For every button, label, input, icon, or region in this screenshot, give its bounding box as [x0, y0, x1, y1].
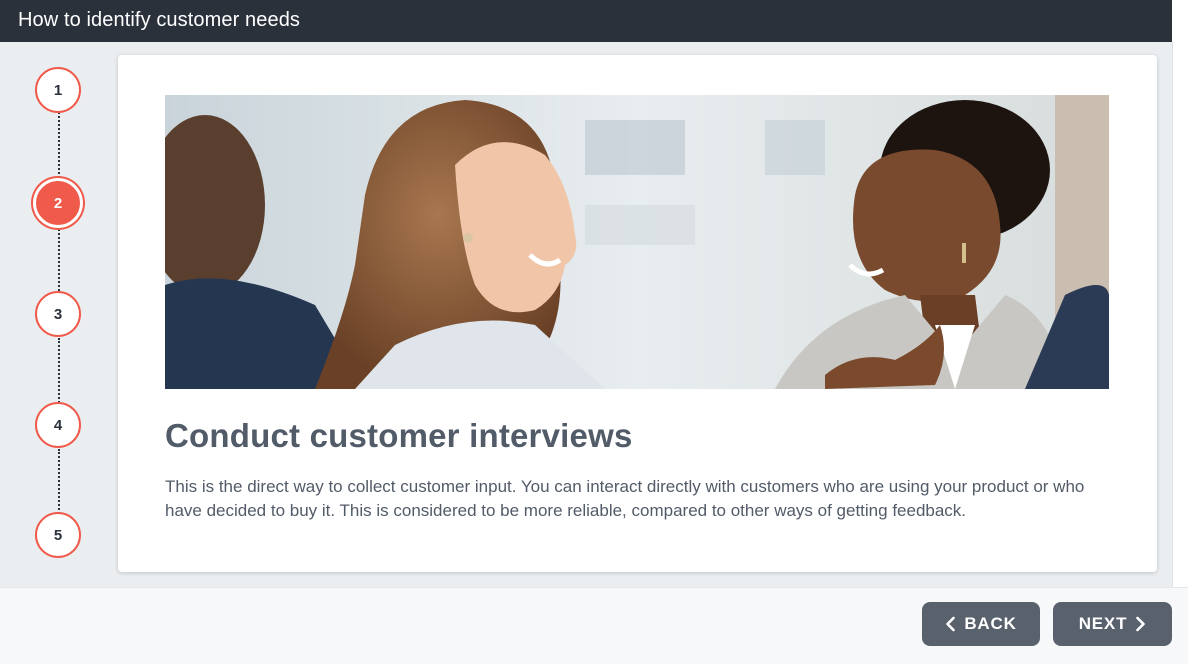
step-4-button[interactable]: 4	[35, 402, 81, 448]
chevron-right-icon	[1135, 616, 1146, 632]
title-bar: How to identify customer needs	[0, 0, 1172, 42]
lesson-body: This is the direct way to collect custom…	[165, 477, 1085, 520]
step-2-button[interactable]: 2	[36, 181, 80, 225]
page-title: How to identify customer needs	[18, 9, 301, 31]
step-1-button[interactable]: 1	[35, 67, 81, 113]
back-label: BACK	[964, 614, 1017, 633]
next-label: NEXT	[1078, 614, 1128, 633]
next-button[interactable]: NEXT	[1053, 602, 1172, 646]
step-3-button[interactable]: 3	[35, 291, 81, 337]
scroll-gutter	[1172, 0, 1188, 587]
content-stage: 1 2 3 4 5 Conduct customer interviews Th…	[0, 42, 1173, 587]
photo-two-women-talking-icon	[165, 95, 1109, 389]
navigation-footer: BACK NEXT	[0, 587, 1188, 664]
step-5-button[interactable]: 5	[35, 512, 81, 558]
back-button[interactable]: BACK	[922, 602, 1040, 646]
chevron-left-icon	[945, 616, 956, 632]
step-navigator: 1 2 3 4 5	[0, 42, 118, 587]
lesson-card: Conduct customer interviews This is the …	[118, 55, 1157, 572]
lesson-image	[165, 95, 1109, 389]
lesson-heading: Conduct customer interviews	[165, 417, 633, 454]
